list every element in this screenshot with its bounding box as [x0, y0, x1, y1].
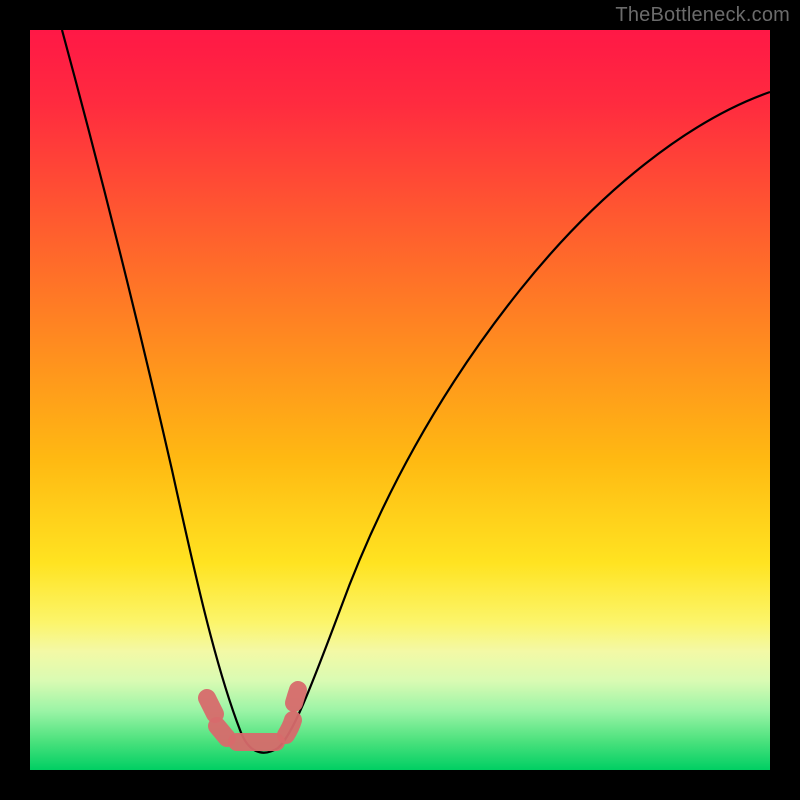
gradient-rect	[30, 30, 770, 770]
plot-area	[30, 30, 770, 770]
watermark-text: TheBottleneck.com	[615, 4, 790, 27]
chart-stage: TheBottleneck.com	[0, 0, 800, 800]
background-gradient	[30, 30, 770, 770]
